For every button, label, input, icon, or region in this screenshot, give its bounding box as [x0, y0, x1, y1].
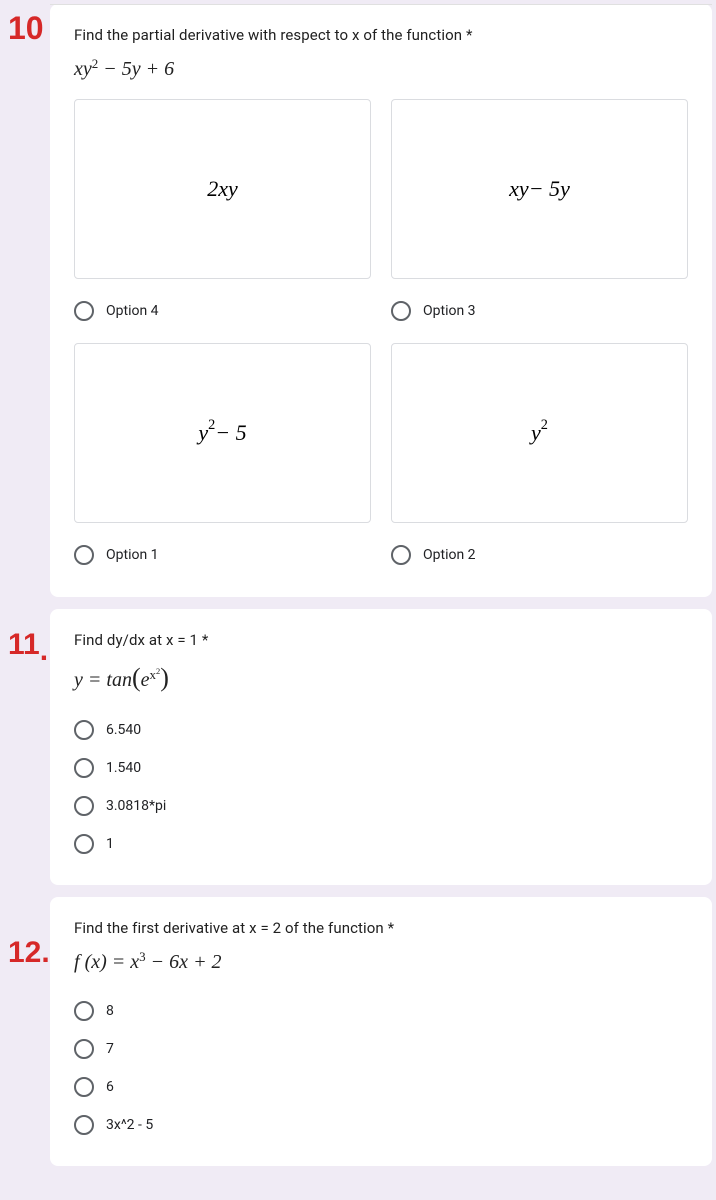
option-image-box: xy − 5y [391, 99, 688, 279]
option-label: Option 1 [106, 547, 159, 563]
option-radio[interactable]: Option 2 [391, 535, 688, 575]
question-card-10: Find the partial derivative with respect… [50, 4, 712, 597]
option-image-box: y2 [391, 343, 688, 523]
radio-icon [391, 301, 411, 321]
options-list: 6.540 1.540 3.0818*pi 1 [74, 711, 688, 863]
option-label: 6.540 [106, 722, 141, 738]
handwritten-number-11: 11. [8, 628, 48, 662]
option-radio[interactable]: 1 [74, 825, 688, 863]
option-label: 7 [106, 1041, 114, 1057]
option-label: 6 [106, 1079, 114, 1095]
option-radio[interactable]: 6.540 [74, 711, 688, 749]
option-block: xy − 5y [391, 99, 688, 279]
option-label: 3.0818*pi [106, 798, 166, 814]
option-block: 2xy [74, 99, 371, 279]
radio-icon [74, 720, 94, 740]
option-block: y2 − 5 [74, 343, 371, 523]
option-label: 3x^2 - 5 [106, 1117, 153, 1133]
option-radio[interactable]: 7 [74, 1030, 688, 1068]
radio-icon [74, 1115, 94, 1135]
option-radio[interactable]: Option 3 [391, 291, 688, 331]
handwritten-number-12: 12. [8, 936, 50, 970]
option-block: y2 [391, 343, 688, 523]
question-card-12: Find the first derivative at x = 2 of th… [50, 897, 712, 1166]
radio-icon [74, 1001, 94, 1021]
question-prompt: Find the partial derivative with respect… [74, 26, 688, 44]
radio-icon [74, 301, 94, 321]
question-prompt: Find the first derivative at x = 2 of th… [74, 919, 688, 937]
option-radio[interactable]: 3x^2 - 5 [74, 1106, 688, 1144]
option-label: 8 [106, 1003, 114, 1019]
option-radio[interactable]: 1.540 [74, 749, 688, 787]
question-prompt: Find dy/dx at x = 1 * [74, 631, 688, 649]
radio-icon [74, 834, 94, 854]
option-label: 1.540 [106, 760, 141, 776]
option-label: Option 4 [106, 303, 159, 319]
question-card-11: Find dy/dx at x = 1 * y = tan(ex2) 6.540… [50, 609, 712, 885]
options-grid: 2xy xy − 5y Option 4 Option 3 y2 − 5 y2 … [74, 99, 688, 575]
option-label: Option 2 [423, 547, 476, 563]
option-image-box: 2xy [74, 99, 371, 279]
options-list: 8 7 6 3x^2 - 5 [74, 992, 688, 1144]
handwritten-number-10: 10 [8, 10, 44, 47]
option-radio[interactable]: Option 1 [74, 535, 371, 575]
radio-icon [74, 796, 94, 816]
question-formula: y = tan(ex2) [74, 663, 688, 693]
question-formula: f (x) = x3 − 6x + 2 [74, 951, 688, 974]
option-radio[interactable]: 6 [74, 1068, 688, 1106]
radio-icon [74, 1039, 94, 1059]
option-radio[interactable]: 3.0818*pi [74, 787, 688, 825]
option-label: Option 3 [423, 303, 476, 319]
radio-icon [74, 545, 94, 565]
option-image-box: y2 − 5 [74, 343, 371, 523]
option-label: 1 [106, 836, 114, 852]
option-radio[interactable]: 8 [74, 992, 688, 1030]
radio-icon [74, 1077, 94, 1097]
option-radio[interactable]: Option 4 [74, 291, 371, 331]
radio-icon [391, 545, 411, 565]
question-formula: xy2 − 5y + 6 [74, 58, 688, 81]
radio-icon [74, 758, 94, 778]
